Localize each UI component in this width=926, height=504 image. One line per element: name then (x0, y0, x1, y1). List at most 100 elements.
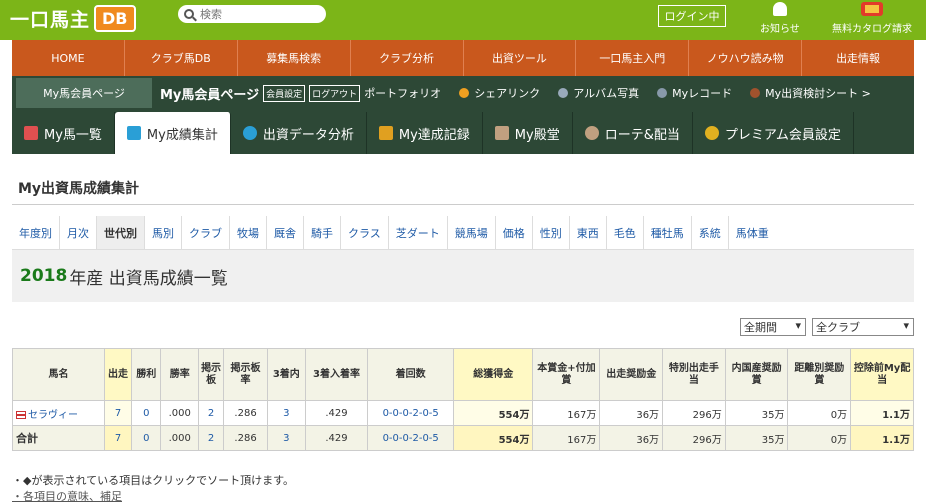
col-board-rate[interactable]: 掲示板率 (223, 348, 268, 401)
tab-label: My殿堂 (514, 127, 560, 143)
member-bar: My馬会員ページ My馬会員ページ 会員設定 ログアウト ポートフォリオ シェア… (12, 76, 914, 110)
subtab-jockey[interactable]: 騎手 (304, 216, 341, 249)
cell-prize-money: 167万 (532, 400, 601, 426)
horse-name-cell[interactable]: セラヴィー (12, 400, 105, 426)
share-label: シェアリンク (474, 87, 541, 100)
tab-hall-of-fame[interactable]: My殿堂 (483, 112, 573, 154)
item-meaning-link[interactable]: ・各項目の意味、補足 (12, 488, 122, 504)
subtab-sex[interactable]: 性別 (533, 216, 570, 249)
subtab-east-west[interactable]: 東西 (570, 216, 607, 249)
tab-my-horses[interactable]: My馬一覧 (12, 112, 115, 154)
nav-home[interactable]: HOME (12, 40, 125, 76)
catalog-link[interactable]: 無料カタログ請求 (832, 2, 912, 35)
cell-special-allowance: 296万 (662, 400, 726, 426)
year-value: 2018 (20, 266, 68, 286)
nav-club-db[interactable]: クラブ馬DB (125, 40, 238, 76)
nav-investment-tools[interactable]: 出資ツール (464, 40, 577, 76)
subtab-month[interactable]: 月次 (60, 216, 97, 249)
site-logo[interactable]: 一口馬主 DB (10, 4, 136, 32)
col-domestic-bonus[interactable]: 内国産奨励賞 (724, 348, 789, 401)
subtab-farm[interactable]: 牧場 (230, 216, 267, 249)
col-my-dividend[interactable]: 控除前My配当 (850, 348, 914, 401)
subtab-club[interactable]: クラブ (182, 216, 230, 249)
col-distance-bonus[interactable]: 距離別奨励賞 (787, 348, 852, 401)
portfolio-link[interactable]: ポートフォリオ (364, 85, 441, 101)
logo-db-badge: DB (94, 4, 136, 32)
notice-link[interactable]: お知らせ (760, 2, 800, 35)
cell-board[interactable]: 2 (198, 400, 225, 426)
subtab-surface[interactable]: 芝ダート (389, 216, 448, 249)
col-finish-counts[interactable]: 着回数 (367, 348, 455, 401)
tab-achievements[interactable]: My達成記録 (367, 112, 483, 154)
subtab-stable[interactable]: 厩舎 (267, 216, 304, 249)
cell-top3[interactable]: 3 (267, 400, 306, 426)
main-nav: HOME クラブ馬DB 募集馬検索 クラブ分析 出資ツール 一口馬主入門 ノウハ… (12, 40, 914, 76)
col-horse-name[interactable]: 馬名 (12, 348, 105, 401)
logout-link[interactable]: ログアウト (309, 84, 361, 102)
total-earnings: 554万 (453, 425, 534, 451)
subtab-coat-color[interactable]: 毛色 (607, 216, 644, 249)
search-box[interactable] (178, 5, 326, 23)
col-total-earnings[interactable]: 総獲得金 (453, 348, 534, 401)
review-sheet-link[interactable]: My出資検討シート > (750, 85, 871, 101)
tab-premium-settings[interactable]: プレミアム会員設定 (693, 112, 854, 154)
album-label: アルバム写真 (573, 87, 640, 100)
total-top3[interactable]: 3 (267, 425, 306, 451)
total-top3-rate: .429 (304, 425, 369, 451)
nav-horse-search[interactable]: 募集馬検索 (238, 40, 351, 76)
total-wins[interactable]: 0 (131, 425, 162, 451)
nav-race-info[interactable]: 出走情報 (802, 40, 914, 76)
cell-wins[interactable]: 0 (131, 400, 162, 426)
col-start-bonus[interactable]: 出走奨励金 (599, 348, 664, 401)
bell-icon (772, 2, 787, 16)
subtab-generation[interactable]: 世代別 (97, 216, 145, 249)
tab-rotation-dividend[interactable]: ローテ&配当 (573, 112, 693, 154)
col-prize-money[interactable]: 本賞金+付加賞 (532, 348, 601, 401)
col-special-allowance[interactable]: 特別出走手当 (662, 348, 726, 401)
col-top3[interactable]: 3着内 (267, 348, 306, 401)
my-record-link[interactable]: Myレコード (657, 85, 732, 101)
subtab-horse[interactable]: 馬別 (145, 216, 182, 249)
tab-label: My成績集計 (146, 127, 218, 143)
tab-results[interactable]: My成績集計 (114, 112, 231, 154)
tab-investment-analysis[interactable]: 出資データ分析 (231, 112, 367, 154)
cell-board-rate: .286 (223, 400, 268, 426)
subtab-price[interactable]: 価格 (496, 216, 533, 249)
subtab-body-weight[interactable]: 馬体重 (729, 216, 776, 249)
cell-finish-counts[interactable]: 0-0-0-2-0-5 (367, 400, 455, 426)
col-wins[interactable]: 勝利 (131, 348, 162, 401)
col-board[interactable]: 掲示板 (198, 348, 225, 401)
member-page-link[interactable]: My馬会員ページ (16, 78, 152, 108)
col-starts[interactable]: 出走 (103, 348, 133, 401)
table-row: セラヴィー 7 0 .000 2 .286 3 .429 0-0-0-2-0-5… (12, 400, 914, 426)
subtab-sire[interactable]: 種牡馬 (644, 216, 692, 249)
horse-name-link[interactable]: セラヴィー (28, 410, 78, 421)
total-finish-counts[interactable]: 0-0-0-2-0-5 (367, 425, 455, 451)
money-bag-icon (584, 126, 599, 140)
share-link[interactable]: シェアリンク (459, 85, 540, 101)
subtab-class[interactable]: クラス (341, 216, 389, 249)
total-starts[interactable]: 7 (103, 425, 133, 451)
total-prize-money: 167万 (532, 425, 601, 451)
nav-knowhow[interactable]: ノウハウ読み物 (689, 40, 803, 76)
nav-beginners[interactable]: 一口馬主入門 (576, 40, 690, 76)
subtab-year[interactable]: 年度別 (12, 216, 60, 249)
col-top3-rate[interactable]: 3着入着率 (304, 348, 369, 401)
album-link[interactable]: アルバム写真 (558, 85, 639, 101)
member-settings-link[interactable]: 会員設定 (263, 84, 306, 102)
cell-distance-bonus: 0万 (787, 400, 852, 426)
period-select[interactable]: 全期間 (740, 318, 806, 336)
login-status-button[interactable]: ログイン中 (658, 5, 726, 27)
club-select[interactable]: 全クラブ (812, 318, 914, 336)
link-icon (459, 88, 470, 98)
total-board[interactable]: 2 (198, 425, 225, 451)
nav-club-analysis[interactable]: クラブ分析 (351, 40, 464, 76)
pie-chart-icon (242, 126, 257, 140)
col-win-rate[interactable]: 勝率 (160, 348, 200, 401)
subtab-racecourse[interactable]: 競馬場 (448, 216, 496, 249)
camera-icon (558, 88, 569, 98)
subtab-lineage[interactable]: 系統 (692, 216, 729, 249)
catalog-truck-icon (861, 2, 883, 16)
cell-starts[interactable]: 7 (103, 400, 133, 426)
search-input[interactable] (200, 7, 310, 21)
